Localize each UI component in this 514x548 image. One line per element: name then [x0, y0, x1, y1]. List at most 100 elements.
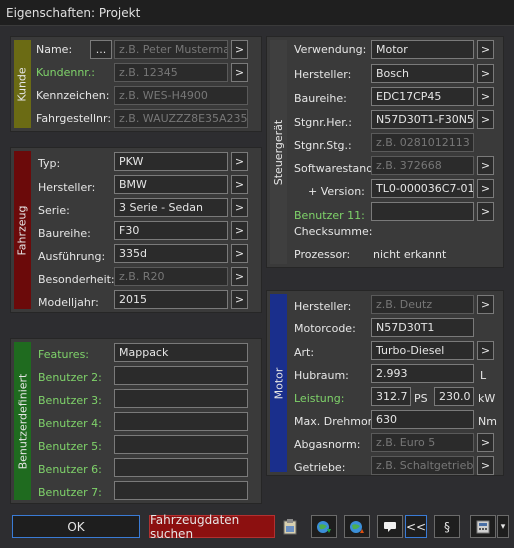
abgasnorm-arrow-button[interactable]: >: [477, 433, 494, 452]
ok-button[interactable]: OK: [12, 515, 140, 538]
typ-label: Typ:: [38, 157, 61, 170]
version-field[interactable]: TL0-000036C7-013: [371, 179, 474, 198]
prozessor-label: Prozessor:: [294, 248, 351, 261]
modelljahr-label: Modelljahr:: [38, 296, 99, 309]
art-field[interactable]: Turbo-Diesel: [371, 341, 474, 360]
verwendung-arrow-button[interactable]: >: [477, 40, 494, 59]
mot-hersteller-arrow-button[interactable]: >: [477, 295, 494, 314]
name-field[interactable]: z.B. Peter Mustermann: [114, 40, 228, 59]
prozessor-value: nicht erkannt: [373, 248, 447, 261]
softwarestand-arrow-button[interactable]: >: [477, 156, 494, 175]
fz-baureihe-field[interactable]: F30: [114, 221, 228, 240]
benutzer2-field[interactable]: [114, 366, 248, 385]
benutzer11-arrow-button[interactable]: >: [477, 202, 494, 221]
title-bar: Eigenschaften: Projekt: [0, 0, 514, 26]
stg-baureihe-field[interactable]: EDC17CP45: [371, 87, 474, 106]
verwendung-label: Verwendung:: [294, 43, 367, 56]
fz-baureihe-arrow-button[interactable]: >: [231, 221, 248, 240]
features-label: Features:: [38, 348, 90, 361]
chevron-down-icon[interactable]: ▾: [497, 515, 509, 538]
kundennr-arrow-button[interactable]: >: [231, 63, 248, 82]
kw-unit: kW: [478, 392, 496, 405]
art-label: Art:: [294, 346, 315, 359]
name-arrow-button[interactable]: >: [231, 40, 248, 59]
typ-arrow-button[interactable]: >: [231, 152, 248, 171]
serie-field[interactable]: 3 Serie - Sedan: [114, 198, 228, 217]
kennzeichen-field[interactable]: z.B. WES-H4900: [114, 86, 248, 105]
fahrgestellnr-label: Fahrgestellnr:: [36, 112, 112, 125]
version-label: + Version:: [308, 185, 365, 198]
version-arrow-button[interactable]: >: [477, 179, 494, 198]
drehmoment-field[interactable]: 630: [371, 410, 474, 429]
art-arrow-button[interactable]: >: [477, 341, 494, 360]
collapse-button[interactable]: <<: [405, 515, 427, 538]
softwarestand-label: Softwarestand:: [294, 162, 377, 175]
paragraph-button[interactable]: §: [434, 515, 460, 538]
fahrgestellnr-field[interactable]: z.B. WAUZZZ8E35A235: [114, 109, 248, 128]
ausfuehrung-label: Ausführung:: [38, 250, 106, 263]
mot-hersteller-field[interactable]: z.B. Deutz: [371, 295, 474, 314]
benutzer5-field[interactable]: [114, 435, 248, 454]
besonderheit-arrow-button[interactable]: >: [231, 267, 248, 286]
kennzeichen-label: Kennzeichen:: [36, 89, 110, 102]
fz-hersteller-label: Hersteller:: [38, 181, 96, 194]
mot-hersteller-label: Hersteller:: [294, 300, 352, 313]
modelljahr-arrow-button[interactable]: >: [231, 290, 248, 309]
benutzer4-field[interactable]: [114, 412, 248, 431]
leistung-ps-field[interactable]: 312.7: [371, 387, 411, 406]
getriebe-arrow-button[interactable]: >: [477, 456, 494, 475]
fz-baureihe-label: Baureihe:: [38, 227, 91, 240]
name-label: Name:: [36, 43, 73, 56]
benutzer-section-tab: Benutzerdefiniert: [14, 342, 31, 500]
benutzer7-label: Benutzer 7:: [38, 486, 102, 499]
serie-label: Serie:: [38, 204, 70, 217]
kundennr-label: Kundennr.:: [36, 66, 96, 79]
globe-download-icon[interactable]: [311, 515, 337, 538]
search-vehicle-data-button[interactable]: Fahrzeugdaten suchen: [149, 513, 275, 541]
abgasnorm-label: Abgasnorm:: [294, 438, 361, 451]
softwarestand-field[interactable]: z.B. 372668: [371, 156, 474, 175]
drehmoment-unit: Nm: [478, 415, 497, 428]
ausfuehrung-field[interactable]: 335d: [114, 244, 228, 263]
stgnr-her-field[interactable]: N57D30T1-F30N57T: [371, 110, 474, 129]
verwendung-field[interactable]: Motor: [371, 40, 474, 59]
typ-field[interactable]: PKW: [114, 152, 228, 171]
name-picker-button[interactable]: ...: [90, 40, 112, 59]
calculator-icon[interactable]: [470, 515, 496, 538]
clipboard-calendar-icon[interactable]: [279, 515, 301, 538]
benutzer2-label: Benutzer 2:: [38, 371, 102, 384]
globe-upload-icon[interactable]: [344, 515, 370, 538]
stgnr-her-arrow-button[interactable]: >: [477, 110, 494, 129]
motorcode-field[interactable]: N57D30T1: [371, 318, 474, 337]
ausfuehrung-arrow-button[interactable]: >: [231, 244, 248, 263]
benutzer7-field[interactable]: [114, 481, 248, 500]
benutzer6-field[interactable]: [114, 458, 248, 477]
benutzer11-field[interactable]: [371, 202, 474, 221]
fz-hersteller-field[interactable]: BMW: [114, 175, 228, 194]
features-field[interactable]: Mappack: [114, 343, 248, 362]
getriebe-field[interactable]: z.B. Schaltgetriebe: [371, 456, 474, 475]
steuergeraet-section-tab: Steuergerät: [270, 40, 287, 264]
fahrzeug-section-tab: Fahrzeug: [14, 151, 31, 309]
stg-hersteller-field[interactable]: Bosch: [371, 64, 474, 83]
modelljahr-field[interactable]: 2015: [114, 290, 228, 309]
hubraum-field[interactable]: 2.993: [371, 364, 474, 383]
leistung-label: Leistung:: [294, 392, 345, 405]
fz-hersteller-arrow-button[interactable]: >: [231, 175, 248, 194]
leistung-kw-field[interactable]: 230.0: [434, 387, 474, 406]
stg-hersteller-arrow-button[interactable]: >: [477, 64, 494, 83]
motorcode-label: Motorcode:: [294, 322, 356, 335]
kundennr-field[interactable]: z.B. 12345: [114, 63, 228, 82]
stg-baureihe-arrow-button[interactable]: >: [477, 87, 494, 106]
serie-arrow-button[interactable]: >: [231, 198, 248, 217]
stg-hersteller-label: Hersteller:: [294, 68, 352, 81]
abgasnorm-field[interactable]: z.B. Euro 5: [371, 433, 474, 452]
comment-icon[interactable]: [377, 515, 403, 538]
stg-baureihe-label: Baureihe:: [294, 92, 347, 105]
besonderheit-field[interactable]: z.B. R20: [114, 267, 228, 286]
stgnr-stg-field[interactable]: z.B. 0281012113: [371, 133, 474, 152]
window-title: Eigenschaften: Projekt: [6, 6, 141, 20]
motor-section-tab: Motor: [270, 294, 287, 472]
benutzer3-field[interactable]: [114, 389, 248, 408]
ps-unit: PS: [414, 392, 428, 405]
